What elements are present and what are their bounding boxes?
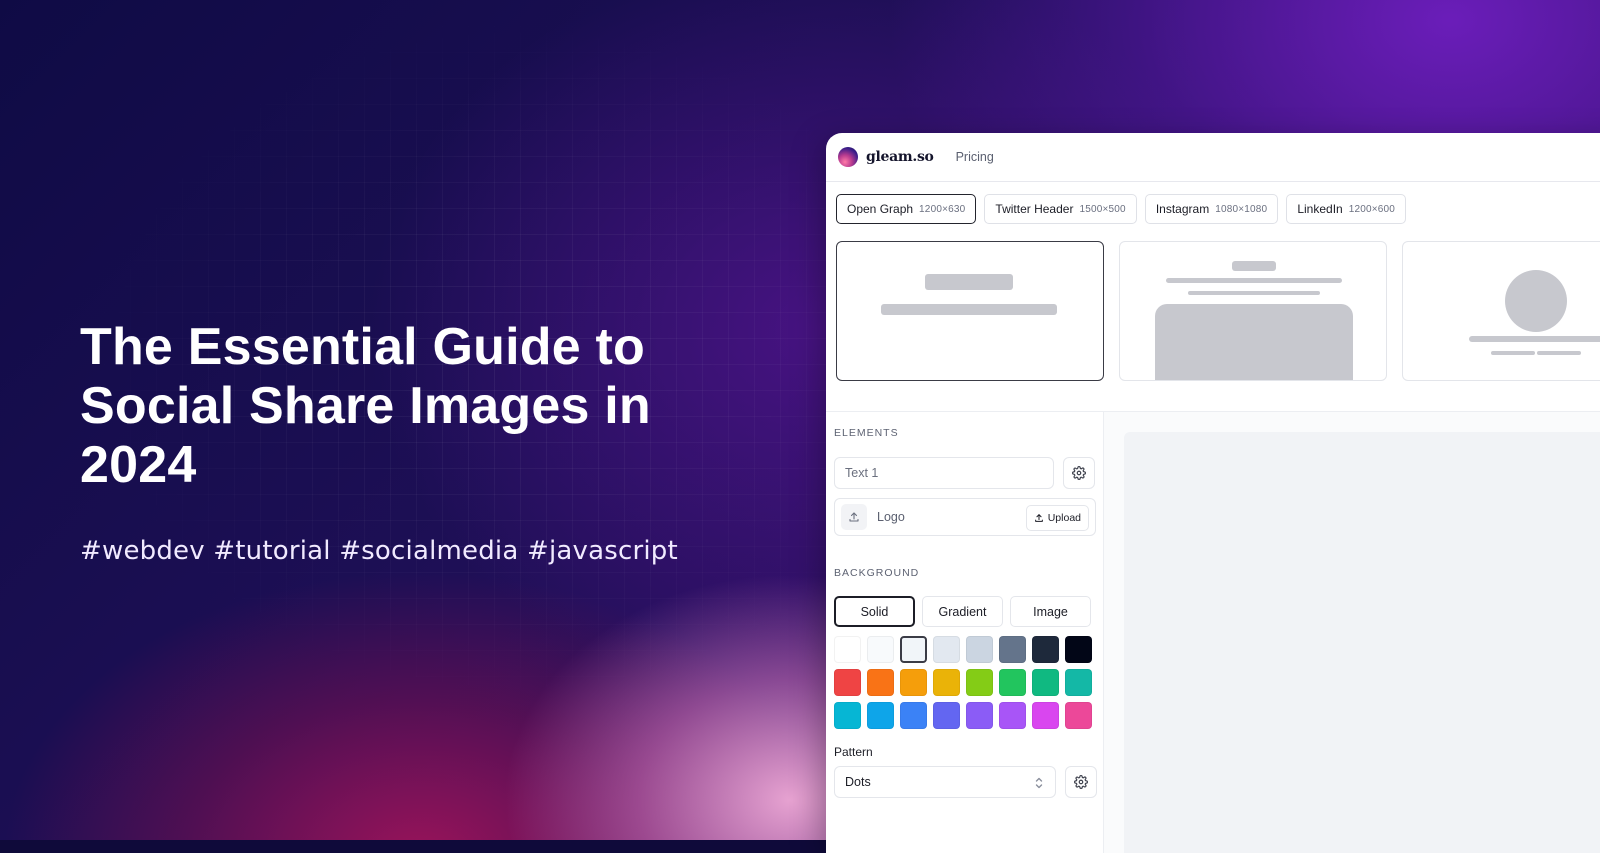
pattern-select[interactable]: Dots <box>834 766 1056 798</box>
size-presets: Open Graph 1200×630 Twitter Header 1500×… <box>836 194 1407 224</box>
color-swatch[interactable] <box>834 669 861 696</box>
gear-icon <box>1074 775 1088 789</box>
size-open-graph-button[interactable]: Open Graph 1200×630 <box>836 194 977 224</box>
tab-image[interactable]: Image <box>1010 596 1091 627</box>
color-swatch[interactable] <box>900 669 927 696</box>
editor-sidebar: ELEMENTS Text 1 Logo Upload BACKGROUND S… <box>826 412 1104 853</box>
color-swatch[interactable] <box>867 669 894 696</box>
color-swatch[interactable] <box>999 636 1026 663</box>
size-dimension: 1200×630 <box>919 203 966 215</box>
text-element-value: Text 1 <box>845 466 879 480</box>
elements-section-label: ELEMENTS <box>834 427 899 439</box>
template-card-3[interactable] <box>1402 241 1600 381</box>
upload-label: Upload <box>1047 512 1081 524</box>
template-gallery <box>836 241 1600 381</box>
color-swatch[interactable] <box>966 702 993 729</box>
chevron-updown-icon <box>1035 777 1043 789</box>
hashtags: #webdev #tutorial #socialmedia #javascri… <box>80 536 678 566</box>
color-swatch[interactable] <box>1032 702 1059 729</box>
color-swatch[interactable] <box>999 702 1026 729</box>
logo-element-row: Logo Upload <box>834 498 1096 536</box>
size-dimension: 1500×500 <box>1079 203 1126 215</box>
app-topbar: gleam.so Pricing <box>826 133 1600 182</box>
size-label: LinkedIn <box>1297 202 1343 216</box>
preview-canvas[interactable] <box>1124 432 1600 853</box>
logo-label: Logo <box>877 510 905 524</box>
background-section-label: BACKGROUND <box>834 567 920 579</box>
color-swatch[interactable] <box>900 702 927 729</box>
color-swatch[interactable] <box>1065 702 1092 729</box>
template-placeholder-title <box>1232 261 1276 271</box>
text-element-input[interactable]: Text 1 <box>834 457 1054 489</box>
gear-icon <box>1072 466 1086 480</box>
preview-canvas-area <box>1104 412 1600 853</box>
color-swatch[interactable] <box>933 669 960 696</box>
color-swatch[interactable] <box>834 636 861 663</box>
size-instagram-button[interactable]: Instagram 1080×1080 <box>1144 194 1279 224</box>
template-placeholder-line <box>1166 278 1342 283</box>
size-twitter-header-button[interactable]: Twitter Header 1500×500 <box>984 194 1137 224</box>
color-swatch[interactable] <box>900 636 927 663</box>
pattern-value: Dots <box>845 775 871 789</box>
size-label: Instagram <box>1155 202 1210 216</box>
size-dimension: 1200×600 <box>1348 203 1396 215</box>
color-swatch[interactable] <box>1065 669 1092 696</box>
color-swatch[interactable] <box>834 702 861 729</box>
color-swatch[interactable] <box>867 636 894 663</box>
text-settings-button[interactable] <box>1063 457 1095 489</box>
color-swatch[interactable] <box>1065 636 1092 663</box>
color-swatch[interactable] <box>933 636 960 663</box>
color-swatch-grid <box>834 636 1092 729</box>
size-linkedin-button[interactable]: LinkedIn 1200×600 <box>1286 194 1407 224</box>
tab-gradient[interactable]: Gradient <box>922 596 1003 627</box>
size-dimension: 1080×1080 <box>1215 203 1268 215</box>
template-card-2[interactable] <box>1119 241 1387 381</box>
logo-upload-thumb[interactable] <box>841 504 867 530</box>
template-card-1[interactable] <box>836 241 1104 381</box>
brand-logo-icon[interactable] <box>838 147 858 167</box>
color-swatch[interactable] <box>1032 669 1059 696</box>
size-label: Open Graph <box>847 202 914 216</box>
template-placeholder-avatar <box>1505 270 1567 332</box>
template-placeholder-line <box>1537 351 1581 355</box>
template-placeholder-line <box>1469 336 1600 342</box>
color-swatch[interactable] <box>933 702 960 729</box>
color-swatch[interactable] <box>966 636 993 663</box>
template-placeholder-line <box>1491 351 1535 355</box>
nav-pricing-link[interactable]: Pricing <box>956 150 994 164</box>
template-placeholder-line <box>881 304 1057 315</box>
tab-solid[interactable]: Solid <box>834 596 915 627</box>
background-type-tabs: Solid Gradient Image <box>834 596 1091 627</box>
upload-icon <box>849 512 859 522</box>
color-swatch[interactable] <box>1032 636 1059 663</box>
brand-name[interactable]: gleam.so <box>866 149 934 165</box>
template-placeholder-image <box>1155 304 1353 380</box>
size-label: Twitter Header <box>995 202 1074 216</box>
template-placeholder-line <box>1188 291 1320 295</box>
page-title: The Essential Guide to Social Share Imag… <box>80 318 651 494</box>
app-window: gleam.so Pricing Open Graph 1200×630 Twi… <box>826 133 1600 853</box>
template-placeholder-title <box>925 274 1013 290</box>
color-swatch[interactable] <box>999 669 1026 696</box>
color-swatch[interactable] <box>867 702 894 729</box>
color-swatch[interactable] <box>966 669 993 696</box>
upload-icon <box>1034 514 1043 522</box>
pattern-settings-button[interactable] <box>1065 766 1097 798</box>
logo-upload-button[interactable]: Upload <box>1025 505 1089 531</box>
pattern-label: Pattern <box>834 745 873 759</box>
